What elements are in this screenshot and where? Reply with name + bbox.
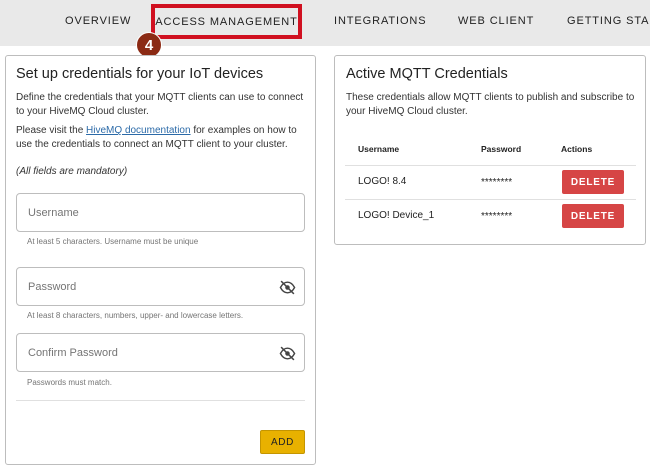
tab-web-client[interactable]: WEB CLIENT	[458, 15, 534, 27]
confirm-password-input[interactable]	[17, 334, 257, 371]
tab-integrations[interactable]: INTEGRATIONS	[334, 15, 427, 27]
hivemq-docs-link[interactable]: HiveMQ documentation	[86, 125, 191, 136]
tab-access-management[interactable]: ACCESS MANAGEMENT	[155, 16, 298, 28]
docs-text-prefix: Please visit the	[16, 125, 87, 136]
table-row-divider	[345, 199, 636, 200]
top-navigation: OVERVIEW ACCESS MANAGEMENT INTEGRATIONS …	[0, 0, 650, 46]
username-hint: At least 5 characters. Username must be …	[27, 237, 199, 246]
password-field	[16, 267, 305, 306]
row-password: ********	[481, 211, 513, 222]
row-username: LOGO! Device_1	[358, 210, 435, 221]
mandatory-note: (All fields are mandatory)	[16, 166, 128, 177]
delete-credential-button[interactable]: DELETE	[562, 204, 624, 228]
tab-getting-started[interactable]: GETTING START	[567, 15, 650, 27]
username-input[interactable]	[17, 194, 257, 231]
username-field	[16, 193, 305, 232]
confirm-password-hint: Passwords must match.	[27, 378, 112, 387]
setup-card-title: Set up credentials for your IoT devices	[16, 66, 264, 82]
column-header-actions: Actions	[561, 144, 593, 154]
row-password: ********	[481, 177, 513, 188]
tab-overview[interactable]: OVERVIEW	[65, 15, 131, 27]
column-header-password: Password	[481, 144, 522, 154]
tab-access-management-highlight: ACCESS MANAGEMENT	[151, 4, 302, 39]
table-header-divider	[345, 165, 636, 166]
setup-docs-text: Please visit the HiveMQ documentation fo…	[16, 124, 308, 151]
form-divider	[16, 400, 305, 401]
eye-off-icon[interactable]	[279, 279, 296, 296]
password-input[interactable]	[17, 268, 257, 305]
setup-credentials-card: Set up credentials for your IoT devices …	[5, 55, 316, 465]
delete-credential-button[interactable]: DELETE	[562, 170, 624, 194]
column-header-username: Username	[358, 144, 400, 154]
row-username: LOGO! 8.4	[358, 176, 407, 187]
confirm-password-field	[16, 333, 305, 372]
active-credentials-title: Active MQTT Credentials	[346, 66, 508, 82]
eye-off-icon[interactable]	[279, 345, 296, 362]
add-credentials-button[interactable]: ADD	[260, 430, 305, 454]
password-hint: At least 8 characters, numbers, upper- a…	[27, 311, 244, 320]
active-credentials-card: Active MQTT Credentials These credential…	[334, 55, 646, 245]
active-credentials-description: These credentials allow MQTT clients to …	[346, 92, 635, 117]
setup-intro-text: Define the credentials that your MQTT cl…	[16, 92, 304, 117]
